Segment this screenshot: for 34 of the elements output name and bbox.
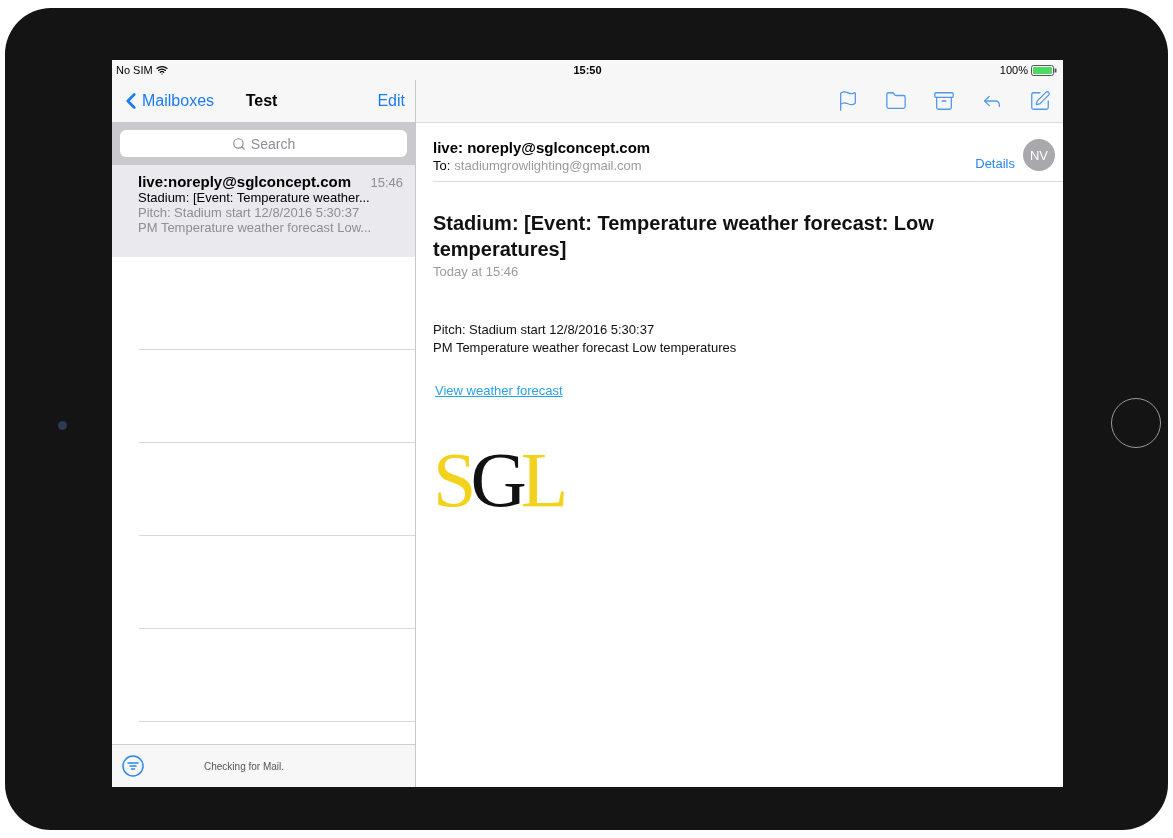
camera-dot — [58, 421, 67, 430]
search-icon — [231, 136, 246, 151]
message-preview: Pitch: Stadium start 12/8/2016 5:30:37 — [138, 205, 361, 220]
home-button[interactable] — [1111, 398, 1161, 448]
details-link[interactable]: Details — [975, 156, 1015, 171]
back-link[interactable]: Mailboxes — [118, 88, 215, 114]
message-time: 15:46 — [370, 175, 403, 190]
folder-icon[interactable] — [885, 90, 907, 112]
battery-percent: 100% — [999, 64, 1028, 76]
message-subject: Stadium: [Event: Temperature weather... — [138, 190, 371, 205]
sender-address: live: noreply@sglconcept.com — [433, 139, 652, 156]
compose-icon[interactable] — [1029, 90, 1051, 112]
forecast-link[interactable]: View weather forecast — [435, 383, 563, 398]
sender-avatar: NV — [1023, 139, 1055, 171]
message-subject-heading: Stadium: [Event: Temperature weather forecast: Low temperatures] — [433, 211, 935, 262]
sender-name: live:noreply@sglconcept.com — [138, 173, 351, 190]
mail-status-text: Checking for Mail. — [204, 760, 285, 772]
archive-box-icon[interactable] — [933, 90, 955, 112]
company-logo: SGL — [433, 440, 563, 520]
mailbox-title: Test — [245, 92, 278, 110]
flag-icon[interactable] — [837, 90, 859, 112]
recipient-address: stadiumgrowlighting@gmail.com — [454, 158, 642, 173]
search-field[interactable]: Search — [120, 130, 407, 157]
message-preview: PM Temperature weather forecast Low... — [138, 220, 373, 235]
message-list-item[interactable]: live:noreply@sglconcept.com 15:46 Stadium: [Event: Temperature weather... Pitch: Stadium start 12/8/2016 5:30:37 PM Temperature weather forecast Low... — [112, 165, 415, 257]
filter-icon[interactable] — [122, 755, 144, 777]
clock-time: 15:50 — [573, 64, 602, 76]
message-body: Pitch: Stadium start 12/8/2016 5:30:37 PM Temperature weather forecast Low temperatures — [433, 321, 738, 357]
message-date: Today at 15:46 — [433, 264, 520, 279]
battery-icon — [1031, 64, 1057, 76]
carrier-label: No SIM — [116, 64, 153, 76]
wifi-icon — [155, 64, 168, 76]
edit-link[interactable]: Edit — [377, 92, 405, 110]
to-label: To: — [433, 158, 451, 173]
